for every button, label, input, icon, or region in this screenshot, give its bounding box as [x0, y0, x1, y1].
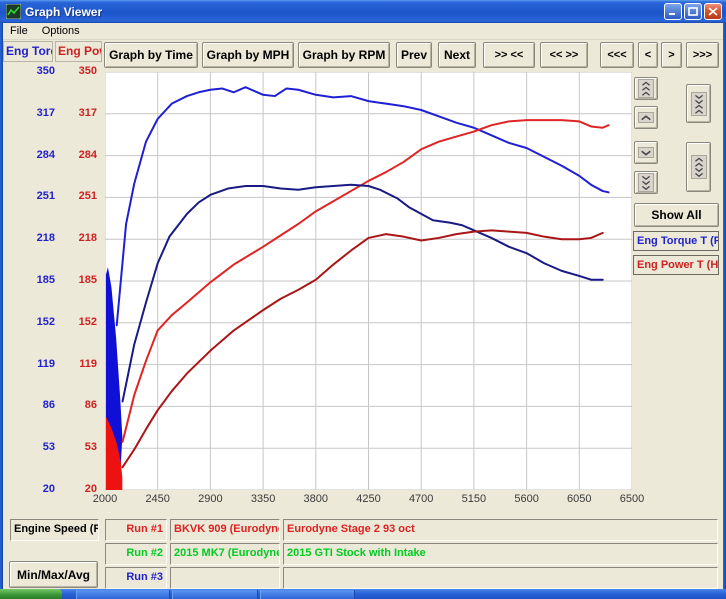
x-tick-rpm: 6050	[553, 493, 605, 505]
dyno-chart-plot-area	[105, 72, 632, 490]
y-tick-power: 185	[60, 274, 97, 286]
y-tick-power: 218	[60, 232, 97, 244]
run2-note-field[interactable]: 2015 GTI Stock with Intake	[283, 543, 718, 565]
y-tick-torque: 251	[18, 190, 55, 202]
y-tick-power: 152	[60, 316, 97, 328]
zoom-out-button[interactable]: << >>	[540, 42, 588, 68]
x-tick-rpm: 3350	[237, 493, 289, 505]
y-scale-up-spinner[interactable]	[634, 106, 658, 129]
run2-label: Run #2	[105, 543, 167, 565]
minimize-button[interactable]	[664, 3, 682, 20]
y-tick-torque: 185	[18, 274, 55, 286]
scroll-far-right-button[interactable]: >>>	[686, 42, 719, 68]
y-range-expand-spinner[interactable]	[686, 142, 711, 192]
menu-bar: File Options	[3, 23, 723, 40]
y-range-collapse-spinner[interactable]	[686, 84, 711, 123]
taskbar[interactable]	[0, 589, 726, 599]
min-max-avg-button[interactable]: Min/Max/Avg	[9, 561, 98, 588]
chevron-down-icon	[638, 147, 654, 158]
y-tick-torque: 119	[18, 358, 55, 370]
window-border-left	[0, 23, 3, 589]
run1-name-field[interactable]: BKVK 909 (Eurodyne, B	[170, 519, 280, 541]
run3-label: Run #3	[105, 567, 167, 589]
graph-by-time-button[interactable]: Graph by Time	[104, 42, 198, 68]
torque-axis-header: Eng Torque	[3, 41, 53, 62]
y-tick-torque: 53	[18, 441, 55, 453]
scroll-far-left-button[interactable]: <<<	[600, 42, 634, 68]
app-icon	[6, 4, 21, 19]
scroll-right-button[interactable]: >	[661, 42, 682, 68]
y-tick-power: 251	[60, 190, 97, 202]
x-tick-rpm: 2450	[132, 493, 184, 505]
y-tick-torque: 86	[18, 399, 55, 411]
y-scale-down-fast-spinner[interactable]	[634, 171, 658, 194]
x-tick-rpm: 3800	[290, 493, 342, 505]
start-button[interactable]	[0, 589, 62, 599]
scroll-left-button[interactable]: <	[638, 42, 658, 68]
y-tick-power: 350	[60, 65, 97, 77]
y-tick-torque: 20	[18, 483, 55, 495]
next-button[interactable]: Next	[438, 42, 476, 68]
y-scale-up-fast-spinner[interactable]	[634, 77, 658, 100]
y-tick-power: 317	[60, 107, 97, 119]
y-tick-power: 119	[60, 358, 97, 370]
zoom-in-button[interactable]: >> <<	[483, 42, 535, 68]
chevron-up-icon	[638, 112, 654, 123]
x-tick-rpm: 2000	[79, 493, 131, 505]
chevron-up-double-icon	[638, 79, 654, 98]
chevrons-inward-icon	[691, 92, 707, 116]
maximize-button[interactable]	[684, 3, 702, 20]
x-tick-rpm: 4250	[343, 493, 395, 505]
x-tick-rpm: 2900	[184, 493, 236, 505]
x-tick-rpm: 5150	[448, 493, 500, 505]
run3-name-field[interactable]	[170, 567, 280, 589]
legend-eng-power[interactable]: Eng Power T (HP)	[633, 255, 719, 275]
menu-options[interactable]: Options	[35, 24, 87, 38]
chevrons-outward-icon	[691, 155, 707, 179]
y-scale-down-spinner[interactable]	[634, 141, 658, 164]
power-axis-header: Eng Power	[55, 41, 102, 62]
x-tick-rpm: 5600	[501, 493, 553, 505]
x-tick-rpm: 6500	[606, 493, 658, 505]
taskbar-item[interactable]	[76, 590, 170, 599]
y-tick-power: 284	[60, 149, 97, 161]
run2-name-field[interactable]: 2015 MK7 (Eurodyne, E	[170, 543, 280, 565]
y-tick-torque: 218	[18, 232, 55, 244]
show-all-button[interactable]: Show All	[634, 203, 719, 227]
legend-eng-torque[interactable]: Eng Torque T (Ft-l	[633, 231, 719, 251]
run3-note-field[interactable]	[283, 567, 718, 589]
prev-button[interactable]: Prev	[396, 42, 432, 68]
taskbar-item[interactable]	[260, 590, 355, 599]
window-title: Graph Viewer	[25, 5, 722, 19]
y-tick-torque: 317	[18, 107, 55, 119]
run1-note-field[interactable]: Eurodyne Stage 2 93 oct	[283, 519, 718, 541]
title-bar: Graph Viewer	[0, 0, 726, 23]
graph-by-mph-button[interactable]: Graph by MPH	[202, 42, 294, 68]
close-button[interactable]	[704, 3, 722, 20]
y-tick-torque: 152	[18, 316, 55, 328]
y-tick-torque: 350	[18, 65, 55, 77]
chevron-down-double-icon	[638, 173, 654, 192]
x-axis-unit-label: Engine Speed (RPM	[10, 519, 99, 541]
menu-file[interactable]: File	[3, 24, 35, 38]
graph-viewer-window: Graph Viewer File Options Eng Torque Eng…	[0, 0, 726, 599]
graph-by-rpm-button[interactable]: Graph by RPM	[298, 42, 390, 68]
taskbar-item[interactable]	[172, 590, 258, 599]
y-tick-power: 86	[60, 399, 97, 411]
y-tick-torque: 284	[18, 149, 55, 161]
x-tick-rpm: 4700	[395, 493, 447, 505]
y-tick-power: 53	[60, 441, 97, 453]
run1-label: Run #1	[105, 519, 167, 541]
